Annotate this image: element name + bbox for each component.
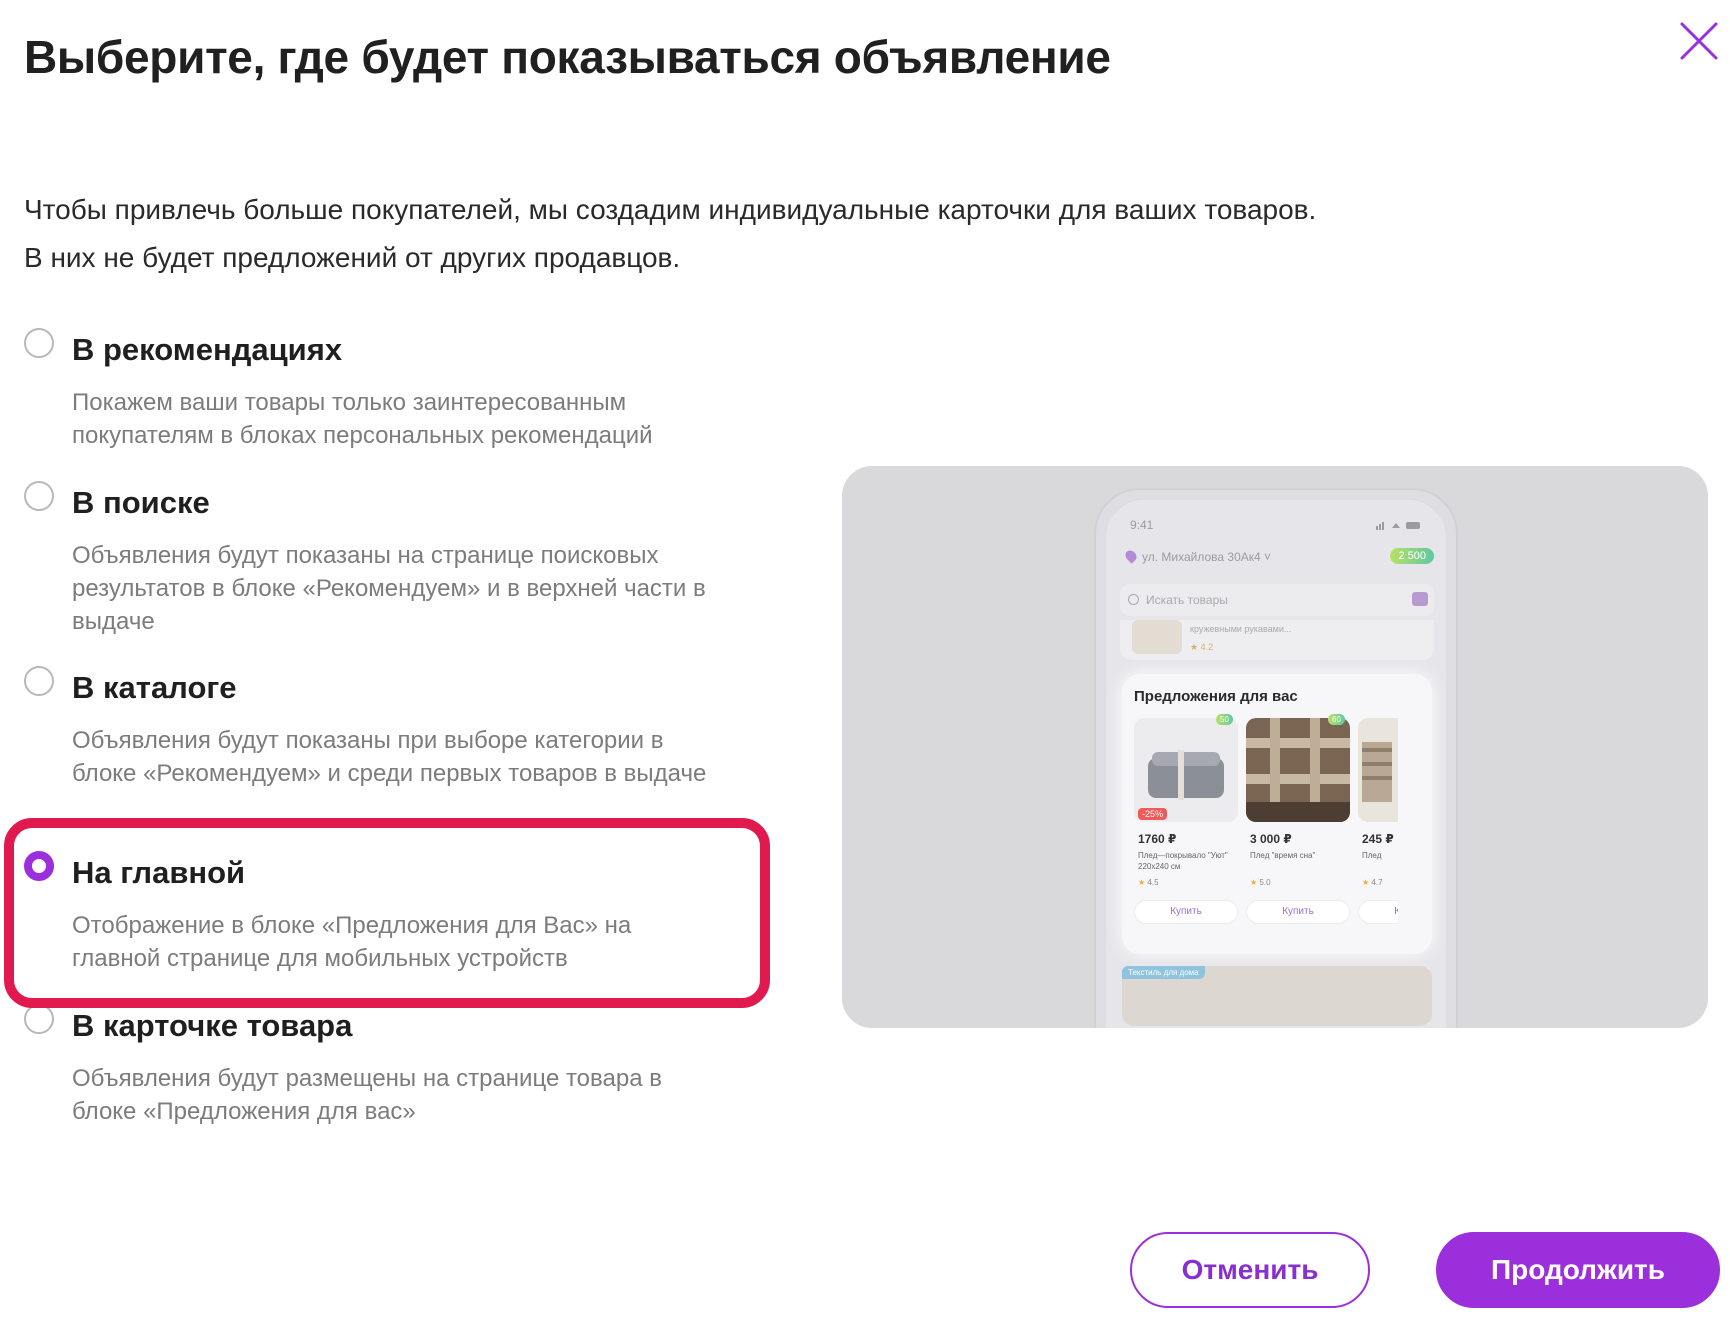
option-description: Объявления будут размещены на странице т…: [72, 1065, 662, 1125]
option-title: На главной: [72, 855, 246, 890]
radio-catalog[interactable]: [24, 666, 54, 696]
product-rating: ★ 4.7: [1362, 878, 1383, 887]
product-thumb: [1132, 620, 1182, 654]
option-description: Покажем ваши товары только заинтересован…: [72, 389, 653, 449]
product-name: Плед: [1362, 851, 1382, 860]
blanket-knit-image: [1358, 718, 1398, 822]
strip-rating: ★ 4.2: [1190, 642, 1214, 652]
product-price: 245 ₽: [1362, 832, 1394, 846]
address-selector: ул. Михайлова 30Ак4 ˅: [1123, 548, 1271, 564]
bonus-badge: 50: [1216, 714, 1233, 725]
option-title: В поиске: [72, 485, 210, 520]
status-time: 9:41: [1130, 518, 1154, 532]
intro-line-2: В них не будет предложений от других про…: [24, 242, 681, 273]
buy-button: Купить: [1134, 900, 1238, 924]
phone-screen: 9:41 ул. Михайлова 30Ак4 ˅ 2 500 Искать …: [1106, 500, 1446, 1028]
preview-panel: 9:41 ул. Михайлова 30Ак4 ˅ 2 500 Искать …: [842, 466, 1708, 1028]
buy-button: Купить: [1246, 900, 1350, 924]
phone-search-field: Искать товары: [1120, 584, 1434, 616]
discount-badge: -25%: [1138, 808, 1168, 820]
option-title: В рекомендациях: [72, 332, 343, 367]
continue-button[interactable]: Продолжить: [1436, 1232, 1720, 1308]
offers-block-title: Предложения для вас: [1134, 688, 1298, 705]
option-description: Объявления будут показаны на странице по…: [72, 542, 706, 635]
phone-mockup: 9:41 ул. Михайлова 30Ак4 ˅ 2 500 Искать …: [1094, 488, 1458, 1028]
strip-text: кружевными рукавами...: [1190, 624, 1292, 634]
radio-search[interactable]: [24, 481, 54, 511]
product-name: Плед—покрывало "Уют" 220х240 см: [1138, 851, 1228, 871]
status-bar: 9:41: [1130, 518, 1422, 532]
option-description: Отображение в блоке «Предложения для Вас…: [72, 912, 632, 972]
bonus-badge: 60: [1328, 714, 1345, 725]
signal-battery-icon: [1376, 522, 1420, 530]
product-card: 60 3 000 ₽ Плед "время сна" ★ 5.0 Купить: [1246, 714, 1358, 944]
intro-text: Чтобы привлечь больше покупателей, мы со…: [24, 186, 1316, 282]
cancel-button[interactable]: Отменить: [1130, 1232, 1370, 1308]
product-price: 1760 ₽: [1138, 832, 1177, 846]
option-title: В карточке товара: [72, 1008, 353, 1043]
product-image: [1358, 718, 1398, 822]
close-icon[interactable]: [1678, 20, 1720, 62]
bonus-badge: 2 500: [1390, 548, 1434, 564]
product-image: [1134, 718, 1238, 822]
product-rating-value: 4.7: [1371, 878, 1383, 887]
radio-product-card[interactable]: [24, 1004, 54, 1034]
option-description: Объявления будут показаны при выборе кат…: [72, 727, 707, 787]
product-price: 3 000 ₽: [1250, 832, 1292, 846]
product-rating: ★ 5.0: [1250, 878, 1271, 887]
radio-main-page[interactable]: [24, 851, 54, 881]
blanket-plaid-image: [1246, 718, 1350, 822]
buy-button: Купить: [1358, 900, 1398, 924]
offers-block: Предложения для вас 50 -25% 1760 ₽ Плед—…: [1122, 674, 1432, 954]
product-rating-value: 5.0: [1259, 878, 1271, 887]
option-title: В каталоге: [72, 670, 237, 705]
product-rating: ★ 4.5: [1138, 878, 1159, 887]
address-text: ул. Михайлова 30Ак4: [1142, 550, 1261, 564]
product-card: 50 -25% 1760 ₽ Плед—покрывало "Уют" 220х…: [1134, 714, 1246, 944]
product-name: Плед "время сна": [1250, 851, 1316, 860]
next-block-strip: Текстиль для дома: [1122, 966, 1432, 1026]
strip-rating-value: 4.2: [1200, 642, 1214, 652]
location-pin-icon: [1123, 548, 1139, 564]
radio-recommendations[interactable]: [24, 328, 54, 358]
blanket-grey-image: [1134, 718, 1238, 822]
product-rating-value: 4.5: [1147, 878, 1159, 887]
dialog-title: Выберите, где будет показываться объявле…: [24, 31, 1111, 83]
intro-line-1: Чтобы привлечь больше покупателей, мы со…: [24, 194, 1317, 225]
category-tag: Текстиль для дома: [1122, 966, 1205, 979]
product-image: [1246, 718, 1350, 822]
product-card: 245 ₽ Плед ★ 4.7 Купить: [1358, 718, 1398, 944]
camera-icon: [1412, 592, 1428, 606]
search-placeholder: Искать товары: [1146, 593, 1228, 607]
previous-product-strip: кружевными рукавами... ★ 4.2: [1120, 620, 1434, 660]
search-icon: [1128, 594, 1139, 605]
